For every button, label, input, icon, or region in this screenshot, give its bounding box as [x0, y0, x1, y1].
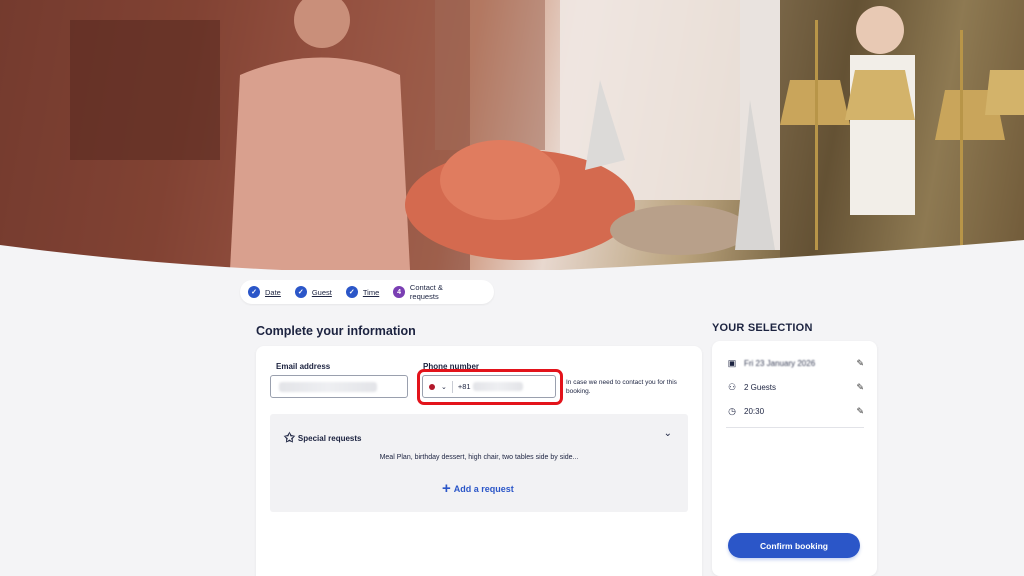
- add-request-label: Add a request: [453, 483, 514, 494]
- contact-form-card: Email address Phone number ⌄ +81 In case…: [256, 346, 702, 576]
- star-icon: ✩: [284, 430, 295, 445]
- step-contact-requests: 4 Contact & requests: [393, 283, 472, 301]
- plus-icon: +: [442, 480, 451, 497]
- special-requests-header[interactable]: ✩ Special requests: [284, 430, 362, 446]
- step-label: Contact & requests: [409, 283, 443, 301]
- chevron-down-icon[interactable]: ⌄: [441, 383, 447, 391]
- step-guest[interactable]: ✓ Guest: [294, 286, 332, 298]
- clock-icon: ◷: [728, 405, 736, 416]
- hero-curve: [0, 240, 1024, 270]
- guests-icon: ⚇: [727, 381, 737, 392]
- hero-image: [0, 0, 1024, 270]
- check-icon: ✓: [294, 286, 307, 298]
- step-number: 4: [393, 286, 405, 298]
- chevron-down-icon[interactable]: ⌄: [664, 428, 672, 439]
- special-requests-panel: ✩ Special requests ⌄ Meal Plan, birthday…: [270, 414, 688, 512]
- selection-date-row: ▣ Fri 23 January 2026 ✎: [726, 356, 864, 370]
- divider: [726, 427, 864, 428]
- booking-stepper: ✓ Date ✓ Guest ✓ Time 4 Contact & reques…: [240, 280, 494, 304]
- selection-time: 20:30: [744, 406, 765, 416]
- step-label[interactable]: Date: [265, 288, 281, 297]
- add-request-button[interactable]: + Add a request: [442, 480, 514, 497]
- selection-date: Fri 23 January 2026: [744, 358, 816, 368]
- phone-hint: In case we need to contact you for this …: [566, 379, 677, 395]
- edit-icon[interactable]: ✎: [856, 382, 864, 393]
- special-requests-title: Special requests: [297, 433, 362, 443]
- selection-card: ▣ Fri 23 January 2026 ✎ ⚇ 2 Guests ✎ ◷ 2…: [712, 341, 877, 576]
- phone-field[interactable]: ⌄ +81: [422, 375, 556, 398]
- confirm-booking-button[interactable]: Confirm booking: [728, 533, 860, 558]
- check-icon: ✓: [248, 286, 260, 298]
- step-date[interactable]: ✓ Date: [248, 286, 281, 298]
- selection-title: YOUR SELECTION: [712, 322, 813, 334]
- email-label: Email address: [276, 362, 331, 371]
- phone-country-code: +81: [457, 382, 471, 391]
- selection-time-row: ◷ 20:30 ✎: [726, 404, 864, 418]
- edit-icon[interactable]: ✎: [856, 358, 864, 369]
- step-time[interactable]: ✓ Time: [345, 286, 379, 298]
- phone-value-redacted: [472, 382, 523, 391]
- page-title: Complete your information: [256, 324, 416, 338]
- calendar-icon: ▣: [727, 357, 737, 368]
- check-icon: ✓: [345, 286, 358, 298]
- step-label[interactable]: Time: [363, 288, 379, 297]
- email-field[interactable]: [270, 375, 408, 398]
- step-label[interactable]: Guest: [312, 288, 332, 297]
- selection-guests-row: ⚇ 2 Guests ✎: [726, 380, 864, 394]
- edit-icon[interactable]: ✎: [856, 406, 864, 417]
- email-value-redacted: [279, 382, 377, 392]
- special-requests-examples: Meal Plan, birthday dessert, high chair,…: [379, 454, 579, 461]
- divider: [451, 380, 453, 393]
- japan-flag-icon[interactable]: [429, 383, 435, 390]
- selection-guests: 2 Guests: [744, 382, 777, 392]
